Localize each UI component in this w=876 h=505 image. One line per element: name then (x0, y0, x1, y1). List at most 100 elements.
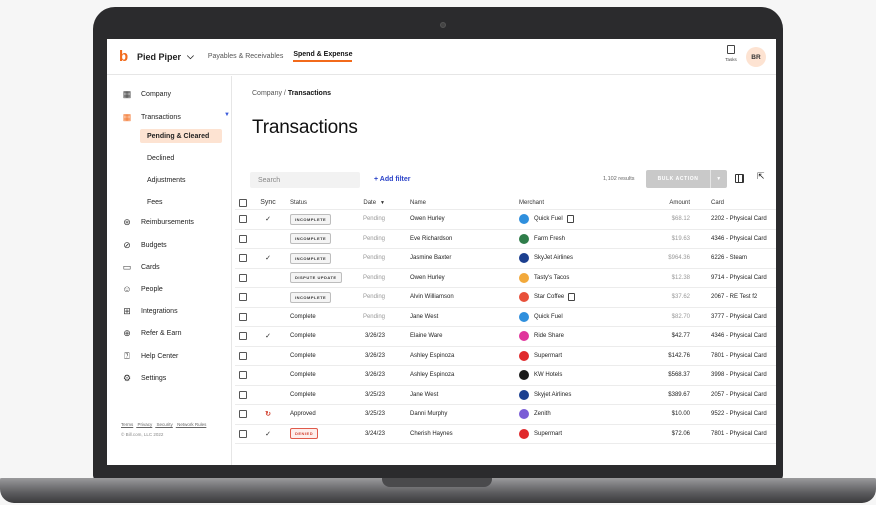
link-terms[interactable]: Terms (121, 422, 133, 427)
columns-icon[interactable] (735, 174, 744, 183)
row-checkbox[interactable] (239, 293, 247, 302)
sidebar-sub-fees[interactable]: Fees (140, 195, 222, 209)
table-row[interactable]: ✓ DENIED 3/24/23 Cherish Haynes Supermar… (235, 425, 776, 444)
caret-down-icon[interactable]: ▼ (224, 112, 230, 118)
date-cell: 3/24/23 (364, 430, 385, 437)
sidebar-item-transactions[interactable]: ▦ Transactions (121, 111, 181, 123)
table-row[interactable]: Complete Pending Jane West Quick Fuel $8… (235, 308, 776, 327)
card-cell: 7801 - Physical Card (711, 430, 767, 437)
row-checkbox[interactable] (239, 254, 247, 263)
row-checkbox[interactable] (239, 410, 247, 419)
org-switcher[interactable]: Pied Piper ⌵ (137, 51, 194, 62)
row-checkbox[interactable] (239, 429, 247, 438)
gear-icon: ⚙ (122, 372, 132, 383)
header-card[interactable]: Card (711, 196, 776, 209)
merchant-cell: SkyJet Airlines (519, 249, 619, 268)
table-row[interactable]: ↻ Approved 3/25/23 Danni Murphy Zenith $… (235, 405, 776, 425)
header-amount[interactable]: Amount (645, 196, 690, 209)
header-date[interactable]: Date ▼ (345, 196, 385, 209)
status-text: Complete (290, 391, 316, 398)
table-row[interactable]: Complete 3/26/23 Ashley Espinoza KW Hote… (235, 366, 776, 386)
sync-icon (261, 230, 275, 249)
sidebar-item-help-center[interactable]: ⍰ Help Center (121, 350, 178, 362)
link-network-rules[interactable]: Network Rules (177, 422, 206, 427)
link-privacy[interactable]: Privacy (138, 422, 153, 427)
bulk-action-button[interactable]: BULK ACTION ▼ (646, 170, 727, 188)
table-body: ✓ INCOMPLETE Pending Owen Hurley Quick F… (235, 210, 776, 444)
date-cell: Pending (362, 255, 385, 262)
breadcrumb-parent[interactable]: Company (252, 90, 282, 97)
add-filter-button[interactable]: + Add filter (374, 176, 411, 183)
sidebar-item-budgets[interactable]: ⊘ Budgets (121, 239, 166, 251)
sidebar-item-reimbursements[interactable]: ⊛ Reimbursements (121, 216, 194, 228)
chevron-down-icon: ⌵ (187, 51, 194, 61)
merchant-logo-icon (519, 253, 529, 264)
amount-cell: $142.76 (668, 352, 690, 359)
card-icon: ▭ (122, 261, 132, 272)
export-icon[interactable]: ⇱ (757, 171, 766, 181)
date-cell: 3/26/23 (364, 372, 385, 379)
table-row[interactable]: Complete 3/26/23 Ashley Espinoza Superma… (235, 347, 776, 366)
row-checkbox[interactable] (239, 332, 247, 341)
sidebar-sub-adjustments[interactable]: Adjustments (140, 173, 222, 187)
sidebar-item-settings[interactable]: ⚙ Settings (121, 372, 166, 384)
table-row[interactable]: ✓ INCOMPLETE Pending Owen Hurley Quick F… (235, 210, 776, 230)
row-checkbox[interactable] (239, 371, 247, 380)
merchant-logo-icon (519, 370, 529, 381)
row-checkbox[interactable] (239, 273, 247, 282)
merchant-cell: Star Coffee (519, 288, 619, 307)
receipt-icon[interactable] (566, 215, 574, 224)
table-row[interactable]: ✓ Complete 3/26/23 Elaine Ware Ride Shar… (235, 327, 776, 347)
table-row[interactable]: INCOMPLETE Pending Eve Richardson Farm F… (235, 230, 776, 249)
sync-icon (261, 308, 275, 327)
merchant-cell: Quick Fuel (519, 210, 619, 229)
row-checkbox[interactable] (239, 215, 247, 224)
row-checkbox[interactable] (239, 390, 247, 399)
sidebar-item-integrations[interactable]: ⊞ Integrations (121, 305, 177, 317)
name-cell: Alvin Williamson (410, 294, 454, 301)
merchant-logo-icon (519, 292, 529, 303)
table-row[interactable]: DISPUTE UPDATE Pending Owen Hurley Tasty… (235, 269, 776, 288)
row-checkbox[interactable] (239, 312, 247, 321)
merchant-name: Zenith (534, 411, 551, 418)
amount-cell: $964.36 (668, 255, 690, 262)
results-count: 1,102 results (603, 176, 635, 182)
footer-links: Terms Privacy Security Network Rules (121, 422, 209, 427)
header-merchant[interactable]: Merchant (519, 196, 619, 209)
header-name[interactable]: Name (410, 196, 490, 209)
sidebar-item-cards[interactable]: ▭ Cards (121, 261, 160, 273)
merchant-name: Farm Fresh (534, 235, 566, 242)
row-checkbox[interactable] (239, 351, 247, 360)
merchant-name: Supermart (534, 352, 563, 359)
receipt-icon[interactable] (568, 293, 576, 302)
amount-cell: $10.00 (671, 411, 690, 418)
sidebar-sub-pending-cleared[interactable]: Pending & Cleared (140, 129, 222, 143)
name-cell: Jane West (410, 391, 439, 398)
tab-payables[interactable]: Payables & Receivables (208, 53, 284, 60)
merchant-name: Star Coffee (534, 294, 565, 301)
avatar[interactable]: BR (746, 47, 766, 67)
tab-spend-expense[interactable]: Spend & Expense (293, 51, 353, 62)
help-icon: ⍰ (124, 350, 130, 361)
sidebar-item-company[interactable]: ▦ Company (121, 88, 171, 100)
search-input[interactable]: Search (250, 172, 360, 188)
table-row[interactable]: ✓ INCOMPLETE Pending Jasmine Baxter SkyJ… (235, 249, 776, 269)
sidebar-sub-declined[interactable]: Declined (140, 151, 222, 165)
status-badge: INCOMPLETE (290, 233, 332, 245)
bulk-action-label: BULK ACTION (657, 176, 699, 182)
sidebar-item-refer-earn[interactable]: ⊕ Refer & Earn (121, 327, 181, 339)
merchant-cell: Supermart (519, 347, 619, 366)
tasks-button[interactable]: Tasks (722, 45, 740, 62)
chevron-down-icon[interactable]: ▼ (710, 170, 727, 188)
amount-cell: $37.62 (671, 294, 690, 301)
table-row[interactable]: INCOMPLETE Pending Alvin Williamson Star… (235, 288, 776, 308)
table-row[interactable]: Complete 3/25/23 Jane West Skyjet Airlin… (235, 386, 776, 405)
sort-down-icon: ▼ (380, 199, 385, 206)
select-all-checkbox[interactable] (239, 198, 247, 207)
sidebar-item-people[interactable]: ☺ People (121, 283, 162, 295)
sidebar-item-label: Transactions (141, 113, 181, 121)
breadcrumb: Company / Transactions (252, 90, 331, 97)
row-checkbox[interactable] (239, 234, 247, 243)
link-security[interactable]: Security (157, 422, 173, 427)
status-badge: DISPUTE UPDATE (290, 272, 342, 284)
